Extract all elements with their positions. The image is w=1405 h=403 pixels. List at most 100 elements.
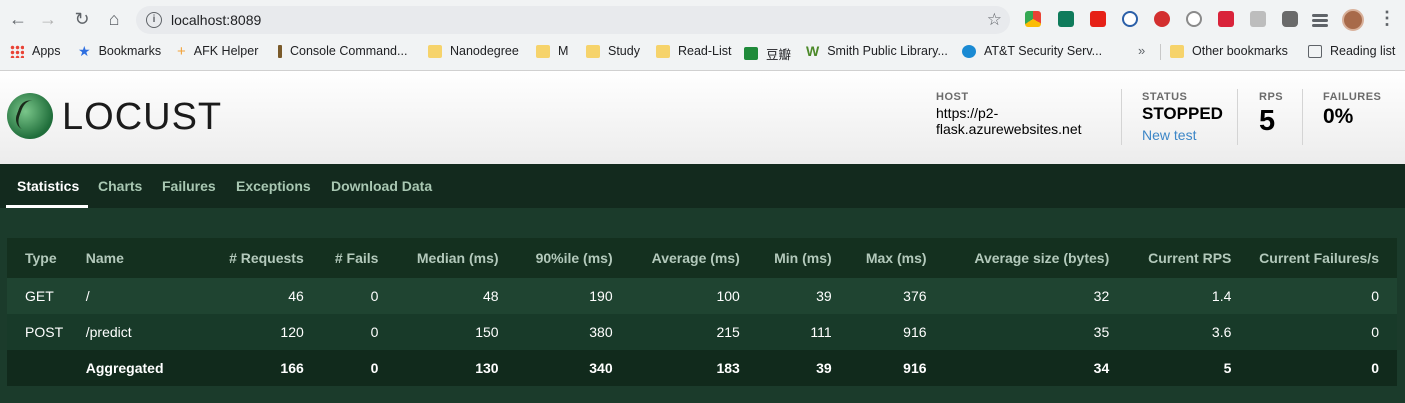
cell-current-failures: 0 — [1231, 350, 1397, 386]
browser-menu-icon[interactable]: ⋮ — [1378, 8, 1396, 29]
extensions-puzzle-icon[interactable] — [1282, 11, 1298, 27]
folder-icon — [656, 44, 670, 58]
address-url[interactable]: localhost:8089 — [171, 12, 261, 28]
host-value: https://p2-flask.azurewebsites.net — [936, 105, 1082, 137]
cell-name: / — [85, 278, 207, 314]
cell-current-rps: 1.4 — [1109, 278, 1232, 314]
tab-statistics[interactable]: Statistics — [17, 178, 79, 194]
cell-fails: 0 — [303, 278, 379, 314]
profile-avatar[interactable] — [1342, 9, 1364, 31]
bookmark-other[interactable]: Other bookmarks — [1170, 44, 1288, 58]
extension-chrome-icon[interactable] — [1025, 11, 1041, 27]
tab-download-data[interactable]: Download Data — [331, 178, 432, 194]
w-logo-icon: W — [806, 42, 820, 59]
cell-requests: 166 — [206, 350, 304, 386]
bookmark-douban[interactable]: 豆瓣 — [744, 44, 791, 63]
col-avg-size[interactable]: Average size (bytes) — [926, 238, 1110, 278]
col-current-rps[interactable]: Current RPS — [1109, 238, 1232, 278]
col-fails[interactable]: # Fails — [303, 238, 379, 278]
folder-icon — [428, 44, 442, 58]
folder-icon — [1170, 44, 1184, 58]
col-name[interactable]: Name — [85, 238, 207, 278]
table-row: GET / 46 0 48 190 100 39 376 32 1.4 0 — [7, 278, 1397, 314]
extension-media-icon[interactable] — [1218, 11, 1234, 27]
col-average[interactable]: Average (ms) — [612, 238, 740, 278]
col-min[interactable]: Min (ms) — [739, 238, 832, 278]
bookmark-nanodegree[interactable]: Nanodegree — [428, 44, 519, 58]
cell-fails: 0 — [303, 350, 379, 386]
bookmark-m[interactable]: M — [536, 44, 568, 58]
extension-s-icon[interactable] — [1058, 11, 1074, 27]
cell-avg-size: 34 — [926, 350, 1110, 386]
bookmark-bookmarks[interactable]: ★ Bookmarks — [78, 42, 161, 59]
col-requests[interactable]: # Requests — [206, 238, 304, 278]
home-icon[interactable]: ⌂ — [104, 9, 124, 29]
tab-charts[interactable]: Charts — [98, 178, 142, 194]
header-divider — [1121, 89, 1122, 145]
forward-arrow-icon[interactable]: → — [38, 9, 58, 29]
tab-failures[interactable]: Failures — [162, 178, 216, 194]
bookmark-read-list[interactable]: Read-List — [656, 44, 732, 58]
plus-sparkle-icon: + — [177, 42, 186, 60]
back-arrow-icon[interactable]: ← — [8, 9, 28, 29]
col-median[interactable]: Median (ms) — [378, 238, 499, 278]
cell-avg-size: 32 — [926, 278, 1110, 314]
cell-requests: 120 — [206, 314, 304, 350]
bookmark-afk-helper[interactable]: + AFK Helper — [177, 42, 258, 60]
cell-average: 183 — [612, 350, 740, 386]
site-info-icon[interactable]: i — [146, 12, 162, 28]
status-value: STOPPED — [1142, 104, 1223, 123]
media-queue-icon[interactable] — [1312, 14, 1328, 17]
extension-block-icon[interactable] — [1122, 11, 1138, 27]
extension-youtube-icon[interactable] — [1090, 11, 1106, 27]
cell-median: 130 — [378, 350, 499, 386]
locust-logo-icon — [7, 93, 53, 139]
bookmark-att-security[interactable]: AT&T Security Serv... — [962, 44, 1102, 58]
tab-bar: Statistics Charts Failures Exceptions Do… — [0, 164, 1405, 208]
sword-icon — [278, 44, 282, 58]
cell-average: 215 — [612, 314, 740, 350]
col-current-failures[interactable]: Current Failures/s — [1231, 238, 1397, 278]
reload-icon[interactable]: ↻ — [72, 9, 92, 29]
reading-list-icon — [1308, 44, 1322, 58]
cell-requests: 46 — [206, 278, 304, 314]
bookmark-console-commands[interactable]: Console Command... — [278, 44, 407, 58]
bookmark-apps[interactable]: Apps — [10, 44, 61, 58]
failures-box: FAILURES 0% — [1323, 91, 1381, 129]
rps-label: RPS — [1259, 91, 1284, 103]
bookmark-study[interactable]: Study — [586, 44, 640, 58]
failures-label: FAILURES — [1323, 91, 1382, 103]
bookmarks-overflow-icon[interactable]: » — [1138, 43, 1145, 58]
col-max[interactable]: Max (ms) — [831, 238, 927, 278]
extension-check-icon[interactable] — [1186, 11, 1202, 27]
bookmarks-bar: Apps ★ Bookmarks + AFK Helper Console Comm… — [0, 38, 1405, 66]
table-header-row: Type Name # Requests # Fails Median (ms)… — [7, 238, 1397, 278]
reading-list[interactable]: Reading list — [1308, 44, 1395, 58]
address-bar[interactable]: i localhost:8089 ☆ — [136, 6, 1010, 34]
cell-name: /predict — [85, 314, 207, 350]
cell-90ile: 380 — [498, 314, 613, 350]
table-row: POST /predict 120 0 150 380 215 111 916 … — [7, 314, 1397, 350]
apps-grid-icon — [10, 44, 24, 58]
cell-name: Aggregated — [85, 350, 207, 386]
star-icon: ★ — [78, 42, 91, 59]
cell-median: 150 — [378, 314, 499, 350]
cell-type: POST — [7, 314, 86, 350]
rps-box: RPS 5 — [1259, 91, 1283, 138]
col-90ile[interactable]: 90%ile (ms) — [498, 238, 613, 278]
host-label: HOST — [936, 91, 969, 103]
cell-current-failures: 0 — [1231, 278, 1397, 314]
bookmark-smith-library[interactable]: W Smith Public Library... — [806, 42, 948, 59]
new-test-link[interactable]: New test — [1142, 127, 1223, 143]
extension-h-icon[interactable] — [1250, 11, 1266, 27]
bookmark-star-icon[interactable]: ☆ — [987, 10, 1002, 30]
aggregated-row: Aggregated 166 0 130 340 183 39 916 34 5… — [7, 350, 1397, 386]
cell-90ile: 340 — [498, 350, 613, 386]
tab-exceptions[interactable]: Exceptions — [236, 178, 311, 194]
cell-max: 916 — [831, 314, 927, 350]
cell-max: 376 — [831, 278, 927, 314]
att-globe-icon — [962, 44, 976, 58]
col-type[interactable]: Type — [7, 238, 86, 278]
cell-fails: 0 — [303, 314, 379, 350]
extension-abp-icon[interactable] — [1154, 11, 1170, 27]
